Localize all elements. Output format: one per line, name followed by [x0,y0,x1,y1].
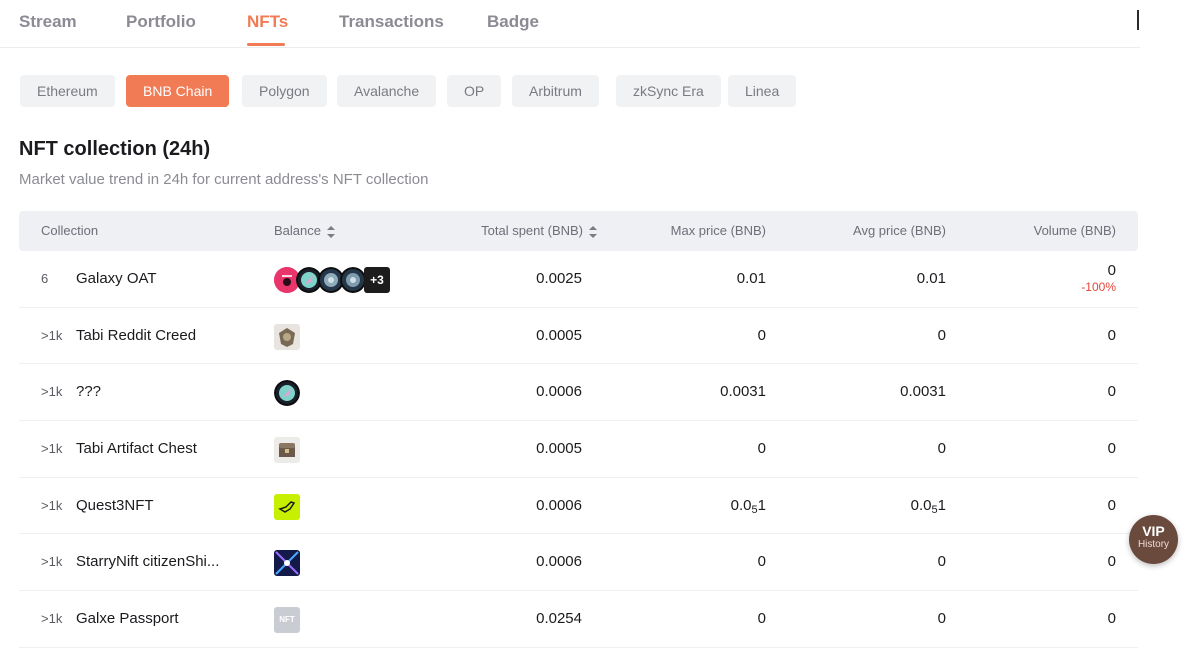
table-row[interactable]: >1k Tabi Artifact Chest 0.0005 0 0 0 [19,421,1138,478]
rank: 6 [41,271,49,286]
chain-linea[interactable]: Linea [728,75,797,107]
chain-avalanche[interactable]: Avalanche [337,75,437,107]
max-price: 0.01 [736,270,766,287]
avg-price: 0.051 [911,497,946,516]
avg-price: 0 [937,326,946,344]
collection-name[interactable]: Tabi Reddit Creed [76,327,196,344]
rank: >1k [41,441,63,457]
header-avg-price: Avg price (BNB) [853,223,946,238]
total-spent: 0.0006 [536,553,582,571]
avg-price: 0 [937,610,946,628]
volume: 0 -100% [1081,262,1116,296]
max-price-tail: 1 [757,496,766,514]
nft-collection-table: Collection Balance Total spent (BNB) Max… [19,211,1138,648]
chain-zksync-era[interactable]: zkSync Era [616,75,721,107]
table-row[interactable]: >1k Tabi Reddit Creed 0.0005 0 0 0 [19,308,1138,365]
tab-stream[interactable]: Stream [19,12,77,32]
volume: 0 [1107,326,1116,344]
tab-badge[interactable]: Badge [487,12,539,32]
collection-name[interactable]: StarryNift citizenShi... [76,553,219,570]
total-spent: 0.0006 [536,383,582,401]
max-price: 0.0031 [720,383,766,401]
volume: 0 [1107,610,1116,628]
header-balance[interactable]: Balance [274,223,335,238]
collection-name[interactable]: Tabi Artifact Chest [76,440,197,457]
sort-icon[interactable] [589,225,597,238]
more-nfts-badge[interactable]: +3 [364,267,390,293]
collection-name[interactable]: Quest3NFT [76,497,154,514]
volume: 0 [1107,496,1116,514]
header-total-spent-label: Total spent (BNB) [481,223,583,238]
section-subtitle: Market value trend in 24h for current ad… [19,171,429,188]
table-row[interactable]: >1k ??? 0.0006 0.0031 0.0031 0 [19,364,1138,422]
volume-change: -100% [1081,280,1116,294]
avg-price: 0.0031 [900,383,946,401]
total-spent: 0.0025 [536,270,582,287]
nft-thumb-chest-icon [274,437,300,464]
rank: >1k [41,611,63,627]
header-volume: Volume (BNB) [1033,223,1116,238]
header-balance-label: Balance [274,223,321,238]
vip-sub-label: History [1137,539,1170,550]
top-tab-bar: Stream Portfolio NFTs Transactions Badge [0,0,1140,48]
nft-thumb-starry-icon [274,550,300,577]
vip-label: VIP [1142,523,1165,539]
volume: 0 [1107,383,1116,401]
total-spent: 0.0005 [536,326,582,344]
nft-thumb-galaxy-icon [274,380,300,407]
section-title: NFT collection (24h) [19,138,211,160]
volume: 0 [1107,553,1116,571]
max-price: 0 [757,553,766,571]
table-row[interactable]: 6 Galaxy OAT +3 0.0025 0.01 0.01 0 -100% [19,251,1138,308]
volume-value: 0 [1107,262,1116,279]
chain-bnb-chain[interactable]: BNB Chain [126,75,230,107]
table-row[interactable]: >1k StarryNift citizenShi... 0.0006 0 0 … [19,534,1138,592]
table-row[interactable]: >1k Quest3NFT 0.0006 0.051 0.051 0 [19,478,1138,535]
avg-price: 0 [937,553,946,571]
vip-history-button[interactable]: VIP History [1129,515,1178,564]
total-spent: 0.0005 [536,440,582,458]
max-price: 0 [757,610,766,628]
chain-op[interactable]: OP [447,75,502,107]
avg-price-main: 0.0 [910,496,932,514]
rank: >1k [41,384,63,400]
header-max-price: Max price (BNB) [670,223,766,238]
chain-ethereum[interactable]: Ethereum [20,75,115,107]
collection-name[interactable]: Galaxy OAT [76,270,157,287]
collection-name[interactable]: Galxe Passport [76,610,179,627]
avg-price: 0.01 [916,270,946,287]
rank: >1k [41,327,63,343]
table-row[interactable]: >1k Galxe Passport NFT 0.0254 0 0 0 [19,591,1138,648]
avg-price-tail: 1 [937,496,946,514]
text-cursor [1137,10,1139,30]
rank: >1k [41,497,63,513]
volume: 0 [1107,440,1116,458]
header-total-spent[interactable]: Total spent (BNB) [481,223,597,238]
collection-name[interactable]: ??? [76,383,101,400]
header-collection: Collection [41,223,99,238]
chain-arbitrum[interactable]: Arbitrum [512,75,599,107]
max-price: 0.051 [731,497,766,516]
tab-nfts[interactable]: NFTs [247,12,288,32]
nft-thumb-galaxy-icon [340,267,366,293]
chain-polygon[interactable]: Polygon [242,75,327,107]
tab-portfolio[interactable]: Portfolio [126,12,196,32]
max-price: 0 [757,440,766,458]
max-price-main: 0.0 [730,496,752,514]
nft-placeholder-icon: NFT [274,607,300,634]
active-tab-indicator [247,43,285,46]
total-spent: 0.0254 [536,610,582,628]
tab-transactions[interactable]: Transactions [339,12,444,32]
sort-icon[interactable] [326,225,335,238]
total-spent: 0.0006 [536,496,582,514]
nft-thumb-bird-icon [274,493,300,520]
table-header: Collection Balance Total spent (BNB) Max… [19,211,1138,251]
avg-price: 0 [937,440,946,458]
nft-thumb-creed-icon [274,323,300,350]
max-price: 0 [757,326,766,344]
rank: >1k [41,554,63,570]
